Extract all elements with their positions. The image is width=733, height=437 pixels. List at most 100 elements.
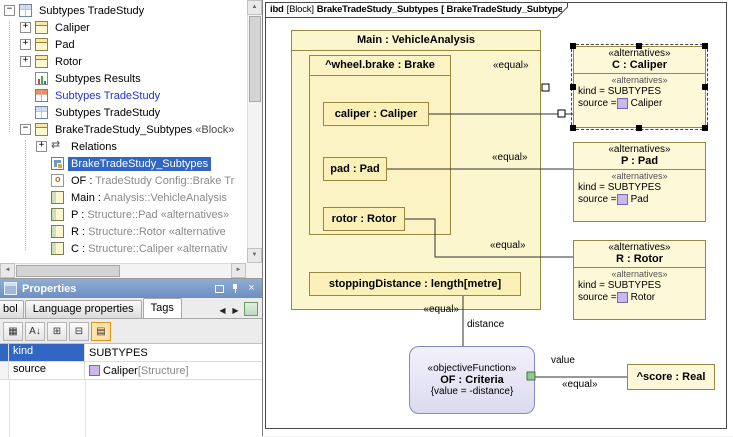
tree-horizontal-scrollbar[interactable] [0,263,246,278]
tab-bol[interactable]: bol [0,300,24,318]
stereotype-label: «alternatives» [574,241,705,253]
tag-row-kind[interactable]: kindSUBTYPES [0,344,262,362]
equal-label[interactable]: «equal» [492,152,528,163]
tab-scroll-right-icon[interactable]: ▶ [229,304,242,318]
objective-function-block[interactable]: «objectiveFunction» OF : Criteria {value… [409,346,535,414]
element-icon [617,98,628,109]
tree-item-caliper[interactable]: + Caliper [0,19,246,36]
trade-study-icon [35,106,48,119]
tab-language-properties[interactable]: Language properties [25,300,142,318]
frame-element-type: [Block] [287,4,314,15]
frame-element-name: BrakeTradeStudy_Subtypes [317,4,438,15]
block-name: P : Pad [574,155,705,170]
undock-icon[interactable] [213,282,226,295]
equal-label[interactable]: «equal» [493,60,529,71]
block-name: R : Rotor [574,253,705,268]
distance-label[interactable]: distance [467,319,504,330]
tree-item-subtypes-tradestudy[interactable]: Subtypes TradeStudy [0,87,246,104]
tree-item-label: Caliper [52,21,93,35]
expand-icon[interactable]: + [20,56,31,67]
pin-icon[interactable] [229,282,242,295]
expand-icon[interactable]: + [36,141,47,152]
tab-tags[interactable]: Tags [143,298,182,318]
results-icon [35,72,48,85]
kind-tag-value: kind = SUBTYPES [574,279,705,291]
row-gutter [0,362,9,379]
tag-row-source[interactable]: sourceCaliper [Structure] [0,362,262,380]
objective-name: OF : Criteria [410,374,534,386]
expand-icon[interactable]: + [20,22,31,33]
tree-vertical-scrollbar[interactable] [247,0,262,263]
source-tag-value: source = Caliper [574,97,705,109]
equal-label[interactable]: «equal» [562,379,598,390]
scroll-down-icon[interactable] [247,248,262,263]
caliper-part[interactable]: caliper : Caliper [323,102,429,126]
trade-study-red-icon [35,89,48,102]
close-icon[interactable]: × [245,282,258,295]
tree-item-label: Subtypes TradeStudy [36,4,147,18]
tree-item-label: Main : Analysis::VehicleAnalysis [68,191,230,205]
tree-item-label: Relations [68,140,120,154]
tree-item-braketradestudy-subtypes[interactable]: BrakeTradeStudy_Subtypes [0,155,246,172]
tree-item-braketradestudy-subtypes[interactable]: −BrakeTradeStudy_Subtypes «Block» [0,121,246,138]
tree-item-label: Pad [52,38,78,52]
tree-item-subtypes-results[interactable]: Subtypes Results [0,70,246,87]
table-layout-button[interactable]: ▦ [3,322,23,341]
show-default-values-button[interactable]: ▤ [91,322,111,341]
expand-icon[interactable]: + [20,39,31,50]
panel-options-icon[interactable] [244,302,258,316]
block-icon [35,38,48,51]
stereotype-label: «objectiveFunction» [410,363,534,374]
tree-item-main[interactable]: Main : Analysis::VehicleAnalysis [0,189,246,206]
tree-item-subtypes-tradestudy[interactable]: − Subtypes TradeStudy [0,2,246,19]
properties-panel-header[interactable]: Properties × [0,279,262,298]
value-label[interactable]: value [551,355,575,366]
element-icon [89,365,100,376]
properties-panel-title: Properties [22,283,210,295]
rotor-part[interactable]: rotor : Rotor [323,207,405,231]
tree-item-relations[interactable]: + Relations [0,138,246,155]
tree-item-r[interactable]: R : Structure::Rotor «alternative [0,223,246,240]
source-tag-value: source = Pad [574,193,705,205]
horizontal-scroll-thumb[interactable] [16,265,120,277]
equal-label[interactable]: «equal» [421,304,459,315]
scrollbar-corner [246,263,262,278]
tab-scroll-left-icon[interactable]: ◀ [216,304,229,318]
trade-study-icon [19,4,32,17]
sort-alphabetically-button[interactable]: A↓ [25,322,45,341]
scroll-up-icon[interactable] [247,0,262,15]
block-icon [35,123,48,136]
element-icon [617,292,628,303]
tree-item-label: C : Structure::Caliper «alternativ [68,242,231,256]
score-part[interactable]: ^score : Real [627,364,715,390]
scroll-left-icon[interactable] [0,263,15,278]
alternative-block-r-rotor[interactable]: «alternatives»R : Rotor«alternatives»kin… [573,240,706,320]
collapse-all-button[interactable]: ⊟ [69,322,89,341]
properties-tab-bar: bolLanguage propertiesTags ◀▶ [0,298,262,319]
compartment-label: «alternatives» [574,268,705,279]
alternative-block-c-caliper[interactable]: «alternatives»C : Caliper«alternatives»k… [573,46,706,128]
tree-item-rotor[interactable]: +Rotor [0,53,246,70]
stereotype-label: «alternatives» [574,47,705,59]
collapse-icon[interactable]: − [20,124,31,135]
equal-label[interactable]: «equal» [490,240,526,251]
alternative-block-p-pad[interactable]: «alternatives»P : Pad«alternatives»kind … [573,142,706,222]
config-icon [51,174,64,187]
expand-all-button[interactable]: ⊞ [47,322,67,341]
pad-part[interactable]: pad : Pad [323,157,387,181]
stopping-distance-part[interactable]: stoppingDistance : length[metre] [309,272,521,296]
relations-icon [51,140,64,153]
tree-item-c[interactable]: C : Structure::Caliper «alternativ [0,240,246,257]
vertical-scroll-thumb[interactable] [249,16,261,102]
tree-item-label: R : Structure::Rotor «alternative [68,225,229,239]
tree-item-label: Subtypes TradeStudy [52,89,163,103]
diagram-canvas[interactable]: ibd[Block]BrakeTradeStudy_Subtypes[ Brak… [262,0,733,436]
tree-item-p[interactable]: P : Structure::Pad «alternatives» [0,206,246,223]
tree-item-of[interactable]: OF : TradeStudy Config::Brake Tr [0,172,246,189]
stereotype-label: «alternatives» [574,143,705,155]
scroll-right-icon[interactable] [231,263,246,278]
tree-item-subtypes-tradestudy[interactable]: Subtypes TradeStudy [0,104,246,121]
collapse-icon[interactable]: − [4,5,15,16]
tree-item-pad[interactable]: + Pad [0,36,246,53]
tree-guide-line [9,21,10,132]
